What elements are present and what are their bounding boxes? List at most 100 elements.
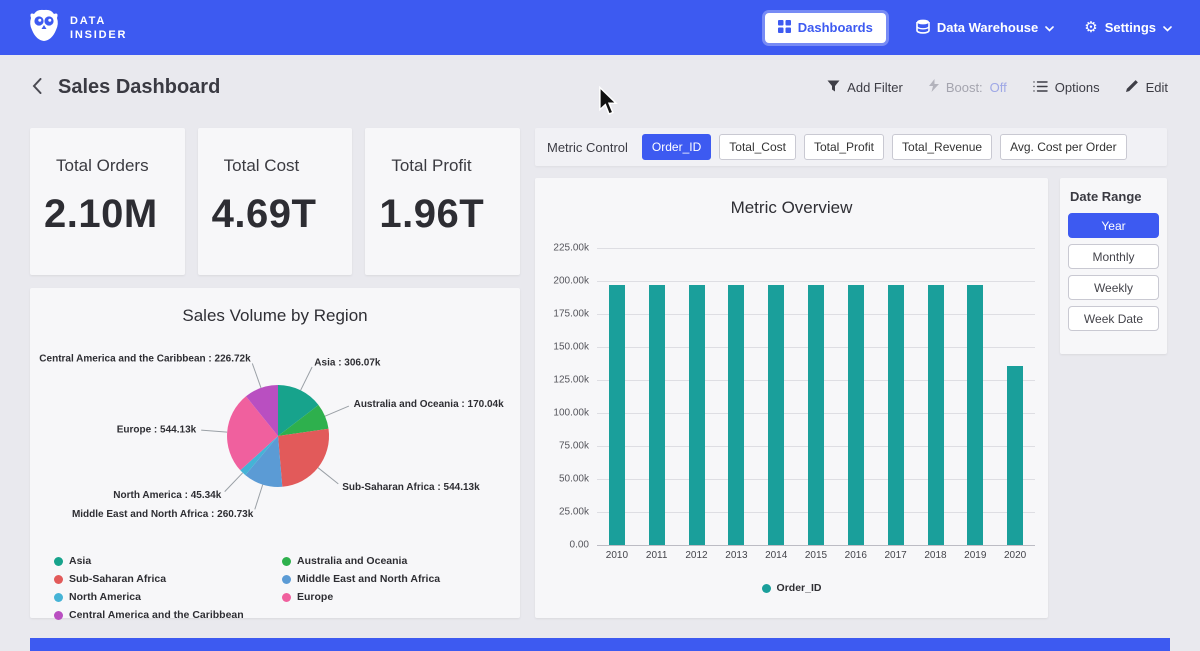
metric-btn-order-id[interactable]: Order_ID <box>642 134 711 160</box>
x-tick-label: 2012 <box>685 550 707 561</box>
gridline <box>597 248 1035 249</box>
bar-legend-item-order-id: Order_ID <box>762 580 822 596</box>
top-navbar: DATA INSIDER Dashboards <box>0 0 1200 55</box>
metric-btn-total-profit[interactable]: Total_Profit <box>804 134 884 160</box>
data-warehouse-label: Data Warehouse <box>937 20 1038 35</box>
edit-label: Edit <box>1146 80 1168 95</box>
pie-leader-line <box>225 473 243 492</box>
x-tick-label: 2018 <box>924 550 946 561</box>
settings-label: Settings <box>1105 20 1156 35</box>
filter-funnel-icon <box>827 80 840 95</box>
y-tick-label: 150.00k <box>539 342 589 353</box>
legend-dot <box>54 575 63 584</box>
dashboards-button[interactable]: Dashboards <box>765 13 886 43</box>
x-tick-label: 2016 <box>845 550 867 561</box>
legend-dot <box>282 593 291 602</box>
pie-label-middle-east-and-north-africa: Middle East and North Africa : 260.73k <box>72 509 254 520</box>
date-range-btn-week-date[interactable]: Week Date <box>1068 306 1159 331</box>
pie-legend: Asia Australia and Oceania Sub-Saharan Afr… <box>30 553 520 623</box>
boost-state: Off <box>990 80 1007 95</box>
bar-2019 <box>967 285 983 545</box>
pie-leader-line <box>255 485 263 510</box>
pie-legend-item-europe: Europe <box>282 589 496 605</box>
legend-dot <box>54 557 63 566</box>
chevron-down-icon <box>1163 20 1172 35</box>
legend-label: North America <box>69 589 141 605</box>
brand-line-1: DATA <box>70 14 127 28</box>
kpi-label: Total Profit <box>379 156 506 176</box>
y-tick-label: 50.00k <box>539 474 589 485</box>
pie-leader-line <box>301 367 313 390</box>
legend-dot <box>282 575 291 584</box>
bar-2017 <box>888 285 904 545</box>
back-button[interactable] <box>32 78 42 97</box>
metric-control-bar: Metric Control Order_ID Total_Cost Total_P… <box>535 128 1167 166</box>
legend-label: Australia and Oceania <box>297 553 407 569</box>
x-tick-label: 2017 <box>884 550 906 561</box>
date-range-btn-year[interactable]: Year <box>1068 213 1159 238</box>
legend-dot <box>762 584 771 593</box>
date-range-btn-weekly[interactable]: Weekly <box>1068 275 1159 300</box>
brand-line-2: INSIDER <box>70 28 127 42</box>
bar-chart-legend: Order_ID <box>535 580 1048 596</box>
legend-label: Europe <box>297 589 333 605</box>
kpi-card-total-orders: Total Orders2.10M <box>30 128 185 275</box>
brand[interactable]: DATA INSIDER <box>28 8 127 47</box>
legend-label: Central America and the Caribbean <box>69 607 244 623</box>
pie-legend-item-central-america-and-the-caribbean: Central America and the Caribbean <box>54 607 282 623</box>
pencil-icon <box>1126 79 1139 95</box>
kpi-value: 4.69T <box>212 192 339 237</box>
pie-legend-item-sub-saharan-africa: Sub-Saharan Africa <box>54 571 282 587</box>
pie-label-north-america: North America : 45.34k <box>113 490 221 501</box>
pie-label-australia-and-oceania: Australia and Oceania : 170.04k <box>354 399 505 410</box>
date-range-label: Date Range <box>1070 189 1159 204</box>
list-icon <box>1033 80 1048 95</box>
pie-label-central-america-and-the-caribbean: Central America and the Caribbean : 226.… <box>39 354 251 365</box>
pie-leader-line <box>318 468 338 484</box>
grid-icon <box>778 20 791 36</box>
bar-chart-title: Metric Overview <box>535 198 1048 218</box>
data-warehouse-menu[interactable]: Data Warehouse <box>916 19 1054 37</box>
add-filter-button[interactable]: Add Filter <box>827 80 903 95</box>
kpi-value: 2.10M <box>44 192 171 237</box>
metric-btn-total-cost[interactable]: Total_Cost <box>719 134 796 160</box>
boost-label: Boost: <box>946 80 983 95</box>
pie-label-europe: Europe : 544.13k <box>117 425 197 436</box>
metric-btn-total-revenue[interactable]: Total_Revenue <box>892 134 992 160</box>
legend-label: Middle East and North Africa <box>297 571 440 587</box>
x-tick-label: 2010 <box>606 550 628 561</box>
gear-icon: ⚙ <box>1084 20 1097 35</box>
metric-btn-avg-cost-per-order[interactable]: Avg. Cost per Order <box>1000 134 1127 160</box>
boost-toggle[interactable]: Boost: Off <box>929 79 1007 95</box>
x-tick-label: 2020 <box>1004 550 1026 561</box>
date-range-buttons: Year Monthly Weekly Week Date <box>1068 213 1159 331</box>
kpi-label: Total Cost <box>212 156 339 176</box>
owl-logo-icon <box>28 8 60 47</box>
pie-legend-item-north-america: North America <box>54 589 282 605</box>
chevron-left-icon <box>32 78 42 97</box>
bar-2010 <box>609 285 625 545</box>
dashboards-label: Dashboards <box>798 20 873 35</box>
y-tick-label: 75.00k <box>539 441 589 452</box>
pie-legend-item-asia: Asia <box>54 553 282 569</box>
options-button[interactable]: Options <box>1033 80 1100 95</box>
pie-slice-sub-saharan-africa <box>278 429 329 487</box>
y-tick-label: 25.00k <box>539 507 589 518</box>
bar-2011 <box>649 285 665 545</box>
pie-label-sub-saharan-africa: Sub-Saharan Africa : 544.13k <box>342 482 480 493</box>
x-tick-label: 2015 <box>805 550 827 561</box>
settings-menu[interactable]: ⚙ Settings <box>1084 20 1172 35</box>
bar-2015 <box>808 285 824 545</box>
legend-dot <box>282 557 291 566</box>
kpi-value: 1.96T <box>379 192 506 237</box>
bar-2018 <box>928 285 944 545</box>
brand-name: DATA INSIDER <box>70 14 127 42</box>
footer-bar <box>30 638 1170 651</box>
chevron-down-icon <box>1045 20 1054 35</box>
add-filter-label: Add Filter <box>847 80 903 95</box>
metric-control-label: Metric Control <box>547 140 628 155</box>
edit-button[interactable]: Edit <box>1126 79 1168 95</box>
gridline <box>597 281 1035 282</box>
date-range-btn-monthly[interactable]: Monthly <box>1068 244 1159 269</box>
x-tick-label: 2013 <box>725 550 747 561</box>
